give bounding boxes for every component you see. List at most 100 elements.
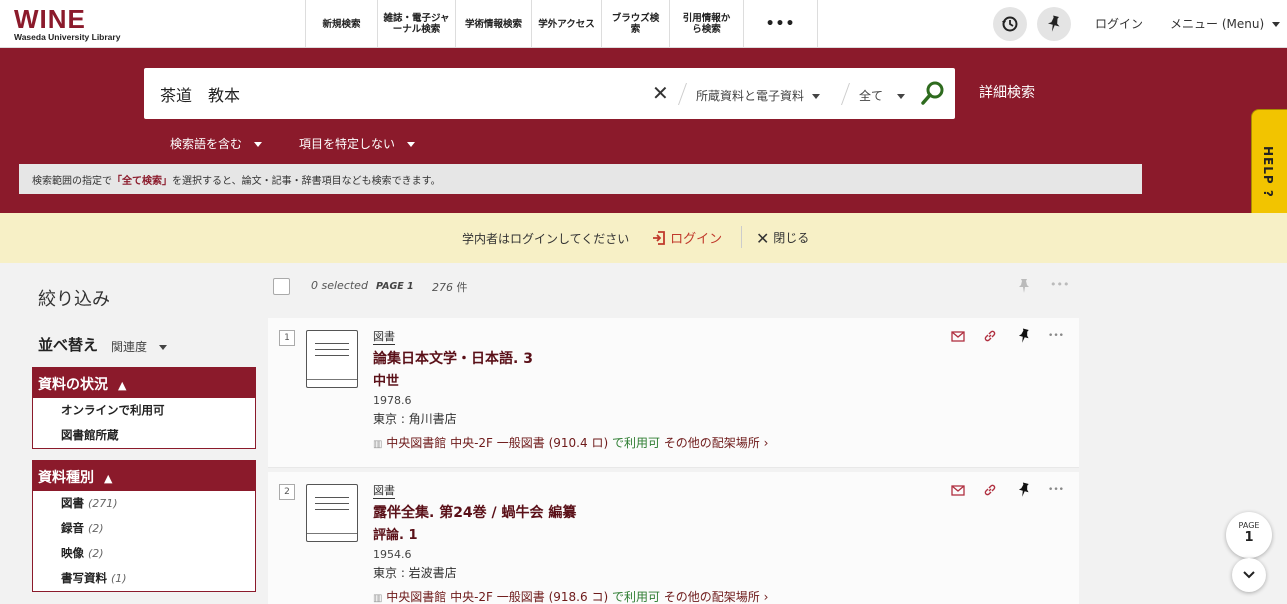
- nav-remote-access[interactable]: 学外アクセス: [532, 0, 602, 48]
- menu-link[interactable]: メニュー (Menu): [1170, 15, 1281, 32]
- notice-login-label: ログイン: [670, 232, 723, 247]
- sort-select[interactable]: 関連度: [111, 338, 168, 355]
- page-badge-number: 1: [1244, 530, 1254, 545]
- match-option[interactable]: 検索語を含む: [170, 135, 263, 152]
- notice-message: 学内者はログインしてください: [462, 232, 630, 246]
- nav-new-search[interactable]: 新規検索: [306, 0, 378, 48]
- menu-label: メニュー (Menu): [1170, 17, 1265, 31]
- pin-all-icon[interactable]: [1018, 278, 1030, 297]
- search-input[interactable]: 茶道 教本: [160, 82, 240, 106]
- more-icon[interactable]: •••: [1050, 278, 1069, 291]
- login-link[interactable]: ログイン: [1095, 15, 1143, 32]
- result-holding[interactable]: ▥ 中央図書館 中央-2F 一般図書 (918.6 コ) で利用可 その他の配架…: [373, 588, 768, 604]
- search-band: 茶道 教本 ✕ 所蔵資料と電子資料 全て 詳細検索 検索語を含む 項目を特定しな…: [0, 48, 1287, 213]
- pin-icon[interactable]: [1014, 326, 1034, 346]
- email-icon[interactable]: [948, 326, 968, 346]
- sort-value: 関連度: [111, 340, 148, 354]
- availability-status: で利用可: [611, 436, 660, 450]
- facet-item[interactable]: 図書館所蔵: [33, 423, 255, 448]
- result-item[interactable]: 1 図書 論集日本文学・日本語. 3 中世 1978.6 東京 : 角川書店 ▥…: [268, 318, 1079, 468]
- nav-citation-search[interactable]: 引用情報から検索: [670, 0, 744, 48]
- chevron-up-icon: ▲: [104, 472, 113, 485]
- chevron-up-icon: ▲: [118, 379, 127, 392]
- facet-item[interactable]: 録音 (2): [33, 516, 255, 541]
- facet-header[interactable]: 資料の状況 ▲: [33, 368, 255, 398]
- help-label: HELP ?: [1261, 146, 1275, 198]
- result-publisher: 東京 : 岩波書店: [373, 566, 457, 580]
- search-hint: 検索範囲の指定で「全て検索」を選択すると、論文・記事・辞書項目なども検索できます…: [19, 164, 1142, 194]
- result-title[interactable]: 論集日本文学・日本語. 3: [373, 348, 533, 368]
- chevron-down-icon: [812, 94, 821, 99]
- nav-academic-search[interactable]: 学術情報検索: [456, 0, 532, 48]
- facet-header[interactable]: 資料種別 ▲: [33, 461, 255, 491]
- wine-logo[interactable]: WINE Waseda University Library: [14, 6, 120, 42]
- shelf-icon: ▥: [373, 439, 383, 450]
- pin-icon[interactable]: [1014, 480, 1034, 500]
- result-publisher: 東京 : 角川書店: [373, 412, 457, 426]
- result-count-unit: 件: [456, 281, 468, 294]
- holding-location: 中央図書館 中央-2F 一般図書 (918.6 コ): [386, 590, 609, 604]
- more-icon[interactable]: •••: [1046, 480, 1066, 500]
- page-indicator: PAGE 1: [376, 281, 414, 292]
- facet-item-label: 録音: [61, 521, 84, 535]
- other-locations-link[interactable]: その他の配架場所 ›: [664, 436, 769, 450]
- search-button[interactable]: [921, 80, 945, 109]
- scope-select[interactable]: 所蔵資料と電子資料: [696, 87, 821, 104]
- link-icon[interactable]: [980, 326, 1000, 346]
- result-number[interactable]: 1: [279, 330, 295, 346]
- facet-item[interactable]: オンラインで利用可: [33, 398, 255, 423]
- pin-button[interactable]: [1037, 7, 1071, 41]
- holding-location: 中央図書館 中央-2F 一般図書 (910.4 ロ): [386, 436, 609, 450]
- select-all-checkbox[interactable]: [273, 278, 290, 295]
- link-icon[interactable]: [980, 480, 1000, 500]
- result-title[interactable]: 露伴全集. 第24巻 / 蝸牛会 編纂: [373, 502, 576, 522]
- search-icon: [921, 81, 944, 105]
- facet-item-label: 図書: [61, 496, 84, 510]
- result-holding[interactable]: ▥ 中央図書館 中央-2F 一般図書 (910.4 ロ) で利用可 その他の配架…: [373, 434, 768, 451]
- nav-browse-search[interactable]: ブラウズ検索: [602, 0, 670, 48]
- result-count: 276 件: [432, 279, 468, 295]
- other-locations-link[interactable]: その他の配架場所 ›: [664, 590, 769, 604]
- scope-value: 所蔵資料と電子資料: [696, 89, 805, 103]
- email-icon[interactable]: [948, 480, 968, 500]
- notice-divider: [741, 226, 742, 248]
- field-option[interactable]: 項目を特定しない: [299, 135, 416, 152]
- help-tab[interactable]: HELP ?: [1251, 109, 1287, 227]
- search-box: 茶道 教本 ✕ 所蔵資料と電子資料 全て: [144, 68, 955, 119]
- facet-item-label: オンラインで利用可: [61, 403, 165, 417]
- more-icon[interactable]: •••: [1046, 326, 1066, 346]
- result-number[interactable]: 2: [279, 484, 295, 500]
- sort-label: 並べ替え: [38, 336, 99, 354]
- chevron-down-icon: [897, 94, 906, 99]
- close-icon: ✕: [756, 229, 770, 248]
- scroll-down-button[interactable]: [1232, 558, 1266, 592]
- facet-item-count: (2): [88, 522, 104, 535]
- result-count-number: 276: [432, 281, 453, 294]
- facet-item-label: 映像: [61, 546, 84, 560]
- facet-item[interactable]: 図書 (271): [33, 491, 255, 516]
- clear-icon[interactable]: ✕: [652, 81, 669, 105]
- page-badge[interactable]: PAGE 1: [1226, 512, 1272, 558]
- shelf-icon: ▥: [373, 593, 383, 604]
- advanced-search-link[interactable]: 詳細検索: [979, 82, 1035, 102]
- logo-main: WINE: [14, 4, 86, 34]
- refine-title: 絞り込み: [38, 289, 110, 310]
- search-divider: [677, 83, 688, 105]
- facet-availability: 資料の状況 ▲ オンラインで利用可 図書館所蔵: [32, 367, 256, 449]
- book-icon: [306, 330, 358, 388]
- main-nav: 新規検索 雑誌・電子ジャーナル検索 学術情報検索 学外アクセス ブラウズ検索 引…: [305, 0, 818, 48]
- facet-item[interactable]: 映像 (2): [33, 541, 255, 566]
- history-icon: [1002, 16, 1018, 32]
- nav-more[interactable]: •••: [744, 0, 818, 48]
- notice-close-label: 閉じる: [773, 231, 810, 245]
- facet-item[interactable]: 書写資料 (1): [33, 566, 255, 591]
- login-notice: 学内者はログインしてください ログイン ✕ 閉じる: [0, 213, 1287, 263]
- match-option-label: 検索語を含む: [170, 137, 243, 151]
- notice-close-button[interactable]: ✕ 閉じる: [756, 229, 809, 248]
- history-button[interactable]: [993, 7, 1027, 41]
- range-select[interactable]: 全て: [859, 87, 906, 104]
- result-item[interactable]: 2 図書 露伴全集. 第24巻 / 蝸牛会 編纂 評論. 1 1954.6 東京…: [268, 472, 1079, 604]
- notice-login-link[interactable]: ログイン: [652, 228, 722, 247]
- top-header: WINE Waseda University Library 新規検索 雑誌・電…: [0, 0, 1287, 48]
- nav-journal-search[interactable]: 雑誌・電子ジャーナル検索: [378, 0, 456, 48]
